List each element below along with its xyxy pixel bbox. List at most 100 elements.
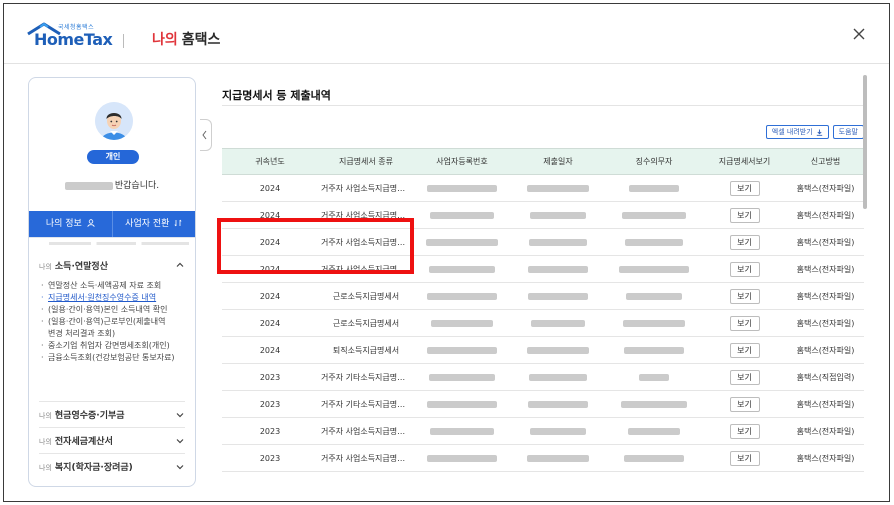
masked-value <box>429 265 495 273</box>
year-cell: 2024 <box>222 174 318 202</box>
submenu-item[interactable]: (일용·간이·용역)근로부인(제출내역 <box>41 316 185 328</box>
content-scrollbar[interactable] <box>863 75 867 209</box>
table-row: 2024 거주자 사업소득지급명세서 보기 홈택스(전자파일) <box>222 174 864 202</box>
table-row: 2023 거주자 사업소득지급명세서 보기 홈택스(전자파일) <box>222 417 864 445</box>
table-row: 2023 거주자 사업소득지급명세서 보기 홈택스(전자파일) <box>222 444 864 472</box>
section-prefix: 나의 <box>39 412 52 420</box>
submenu-item-active[interactable]: 지급명세서·원천징수영수증 내역 <box>41 292 185 304</box>
greeting-text: 반갑습니다. <box>114 181 160 191</box>
submenu-item[interactable]: 금융소득조회(건강보험공단 통보자료) <box>41 352 185 364</box>
withholding-agent-cell <box>606 309 702 337</box>
masked-value <box>622 211 686 219</box>
masked-value <box>639 373 669 381</box>
view-button[interactable]: 보기 <box>729 450 760 466</box>
logo-divider <box>123 34 124 48</box>
withholding-agent-cell <box>606 417 702 445</box>
filing-method-cell: 홈택스(전자파일) <box>787 390 864 418</box>
view-button[interactable]: 보기 <box>729 369 760 385</box>
masked-value <box>527 346 589 354</box>
withholding-agent-cell <box>606 201 702 229</box>
submission-date-cell <box>510 309 606 337</box>
profile-card: 개인 반갑습니다. 나의 정보 사업자 전환 <box>29 78 195 238</box>
year-cell: 2024 <box>222 282 318 310</box>
statement-kind-cell: 거주자 사업소득지급명세서 <box>318 228 414 256</box>
view-button[interactable]: 보기 <box>729 315 760 331</box>
masked-value <box>629 184 679 192</box>
filing-method-cell: 홈택스(전자파일) <box>787 201 864 229</box>
view-button[interactable]: 보기 <box>729 207 760 223</box>
chevron-down-icon <box>176 464 184 469</box>
business-number-cell <box>414 282 510 310</box>
masked-value <box>527 454 589 462</box>
avatar <box>95 102 133 140</box>
table-actions: 엑셀 내려받기 도움말 <box>765 125 864 139</box>
table-row: 2024 거주자 사업소득지급명세서 보기 홈택스(전자파일) <box>222 201 864 229</box>
help-button[interactable]: 도움말 <box>832 125 864 139</box>
masked-value <box>529 373 587 381</box>
my-info-label: 나의 정보 <box>45 219 82 229</box>
my-info-button[interactable]: 나의 정보 <box>29 211 112 237</box>
view-button[interactable]: 보기 <box>729 342 760 358</box>
masked-value <box>430 427 494 435</box>
withholding-agent-cell <box>606 363 702 391</box>
income-submenu: 연말정산 소득·세액공제 자료 조회 지급명세서·원천징수영수증 내역 (일용·… <box>39 278 185 368</box>
close-icon[interactable] <box>851 26 867 42</box>
business-number-cell <box>414 363 510 391</box>
submenu-item[interactable]: 연말정산 소득·세액공제 자료 조회 <box>41 280 185 292</box>
masked-value <box>530 211 586 219</box>
view-button[interactable]: 보기 <box>729 396 760 412</box>
withholding-agent-cell <box>606 174 702 202</box>
view-cell: 보기 <box>702 390 787 418</box>
excel-download-button[interactable]: 엑셀 내려받기 <box>765 125 829 139</box>
business-number-cell <box>414 309 510 337</box>
view-button[interactable]: 보기 <box>729 234 760 250</box>
withholding-agent-cell <box>606 228 702 256</box>
submenu-item-continuation[interactable]: 변경 처리결과 조회) <box>41 328 185 340</box>
statement-kind-cell: 거주자 사업소득지급명세서 <box>318 201 414 229</box>
menu-section-income-header[interactable]: 나의 소득·연말정산 <box>39 252 185 278</box>
statement-kind-cell: 근로소득지급명세서 <box>318 282 414 310</box>
view-button[interactable]: 보기 <box>729 423 760 439</box>
filing-method-cell: 홈택스(전자파일) <box>787 309 864 337</box>
column-header: 귀속년도 <box>222 148 318 175</box>
masked-value <box>624 454 684 462</box>
switch-business-button[interactable]: 사업자 전환 <box>111 211 196 237</box>
statement-kind-cell: 근로소득지급명세서 <box>318 309 414 337</box>
menu-section-cash-receipt-header[interactable]: 나의 현금영수증·기부금 <box>39 401 185 427</box>
masked-value <box>430 211 494 219</box>
chevron-up-icon <box>176 262 184 267</box>
table-header-row: 귀속년도 지급명세서 종류 사업자등록번호 제출일자 징수의무자 지급명세서보기… <box>222 148 864 175</box>
year-cell: 2023 <box>222 390 318 418</box>
page-title: 나의 홈택스 <box>152 29 220 49</box>
table-row: 2024 근로소득지급명세서 보기 홈택스(전자파일) <box>222 309 864 337</box>
masked-value <box>531 319 585 327</box>
filing-method-cell: 홈택스(직접입력) <box>787 363 864 391</box>
masked-value <box>530 427 586 435</box>
business-number-cell <box>414 444 510 472</box>
table-row: 2024 거주자 사업소득지급명세서 보기 홈택스(전자파일) <box>222 228 864 256</box>
menu-section-welfare-header[interactable]: 나의 복지(학자금·장려금) <box>39 453 185 479</box>
hometax-logo[interactable]: 국세청홈택스 HomeTax <box>26 22 141 52</box>
view-button[interactable]: 보기 <box>729 180 760 196</box>
submenu-item[interactable]: (일용·간이·용역)본인 소득내역 확인 <box>41 304 185 316</box>
person-avatar-icon <box>95 102 133 140</box>
menu-section-e-invoice-header[interactable]: 나의 전자세금계산서 <box>39 427 185 453</box>
statement-kind-cell: 거주자 기타소득지급명세서 <box>318 390 414 418</box>
withholding-agent-cell <box>606 444 702 472</box>
masked-value <box>427 184 497 192</box>
chevron-down-icon <box>176 438 184 443</box>
switch-icon <box>174 219 182 227</box>
table-row: 2024 근로소득지급명세서 보기 홈택스(전자파일) <box>222 282 864 310</box>
view-button[interactable]: 보기 <box>729 288 760 304</box>
heading-divider <box>222 105 864 106</box>
masked-value <box>427 454 497 462</box>
modal-header: 국세청홈택스 HomeTax 나의 홈택스 <box>4 4 889 64</box>
filing-method-cell: 홈택스(전자파일) <box>787 444 864 472</box>
submenu-item[interactable]: 중소기업 취업자 감면명세조회(개인) <box>41 340 185 352</box>
submission-date-cell <box>510 444 606 472</box>
menu-section-cash-receipt: 나의 현금영수증·기부금 <box>29 401 195 427</box>
filing-method-cell: 홈택스(전자파일) <box>787 228 864 256</box>
sidebar-collapse-button[interactable] <box>200 119 212 151</box>
business-number-cell <box>414 228 510 256</box>
view-button[interactable]: 보기 <box>729 261 760 277</box>
